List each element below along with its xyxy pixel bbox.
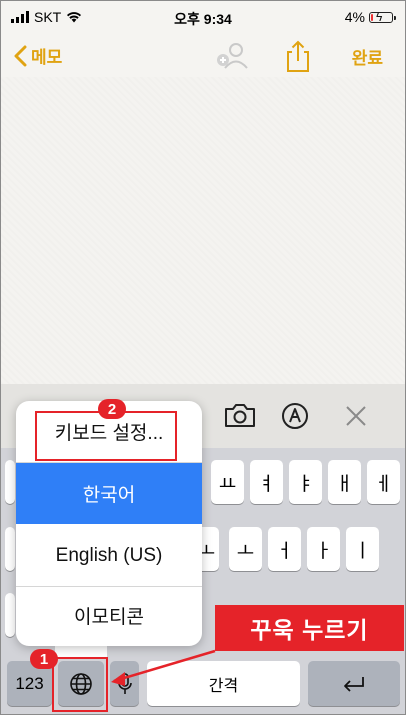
callout-arrow [111, 649, 216, 686]
screen-frame: SKT 오후 9:34 4% ϟ 메모 완료 ㅛ ㅕ ㅑ ㅐ ㅔ ㅗ ㅗ ㅓ ㅏ… [0, 0, 406, 715]
